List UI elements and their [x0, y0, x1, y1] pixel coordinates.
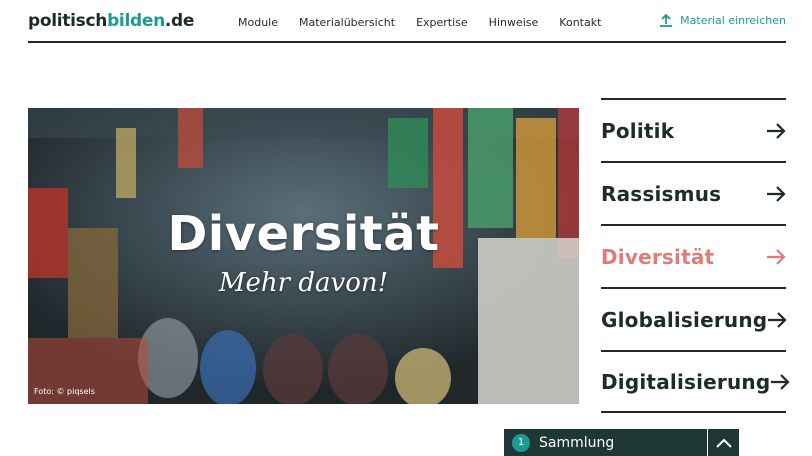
topic-item-rassismus[interactable]: Rassismus [601, 161, 786, 224]
topic-list: Politik Rassismus Diversität Globalisier… [601, 98, 790, 413]
logo-part-politisch: politisch [28, 11, 108, 31]
topic-item-globalisierung[interactable]: Globalisierung [601, 287, 787, 350]
logo-part-domain: .de [164, 11, 195, 31]
nav-item-kontakt[interactable]: Kontakt [559, 16, 601, 29]
photo-credit: Foto: © piqsels [34, 387, 95, 396]
arrow-right-icon [767, 248, 786, 265]
upload-icon [660, 13, 673, 27]
hero-title: Diversität [167, 206, 440, 262]
main-nav: Module Materialübersicht Expertise Hinwe… [238, 16, 622, 29]
chevron-up-icon [715, 438, 732, 448]
nav-item-module[interactable]: Module [238, 16, 278, 29]
arrow-right-icon [767, 185, 786, 202]
topic-label: Rassismus [601, 181, 722, 206]
topic-item-digitalisierung[interactable]: Digitalisierung [601, 350, 790, 413]
topic-label: Diversität [601, 244, 715, 269]
arrow-right-icon [767, 122, 786, 139]
topic-label: Politik [601, 118, 675, 143]
submit-material-link[interactable]: Material einreichen [659, 13, 786, 27]
collection-label: Sammlung [539, 434, 615, 451]
hero-banner[interactable]: Diversität Mehr davon! Foto: © piqsels [28, 108, 579, 404]
nav-item-expertise[interactable]: Expertise [416, 16, 468, 29]
arrow-right-icon [768, 311, 787, 328]
collection-bar[interactable]: 1 Sammlung [504, 429, 739, 456]
nav-item-materialuebersicht[interactable]: Materialübersicht [299, 16, 395, 29]
topic-label: Globalisierung [601, 307, 768, 332]
site-header: politischbilden.de Module Materialübersi… [28, 0, 786, 43]
submit-material-label: Material einreichen [680, 13, 786, 27]
topic-item-diversitaet[interactable]: Diversität [601, 224, 786, 287]
topic-item-politik[interactable]: Politik [601, 98, 786, 161]
logo-part-bilden: bilden [107, 11, 165, 31]
topic-label: Digitalisierung [601, 369, 771, 394]
collection-toggle-button[interactable] [707, 429, 739, 456]
arrow-right-icon [771, 373, 790, 390]
site-logo[interactable]: politischbilden.de [28, 11, 194, 31]
hero-subtitle: Mehr davon! [218, 268, 389, 298]
collection-count-badge: 1 [512, 433, 530, 452]
nav-item-hinweise[interactable]: Hinweise [489, 16, 539, 29]
